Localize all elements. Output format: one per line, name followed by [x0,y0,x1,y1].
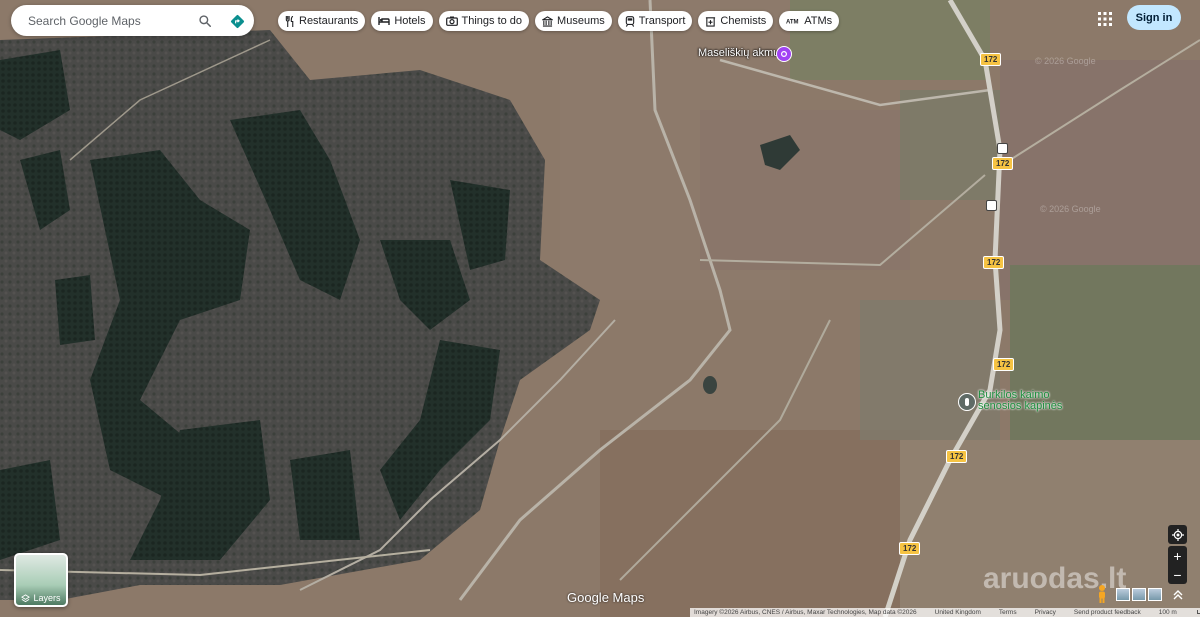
map-footer: Imagery ©2026 Airbus, CNES / Airbus, Max… [690,608,1200,617]
scale-label: 100 m [1158,609,1177,616]
road-shield: 172 [993,358,1015,371]
road-shield: 172 [980,53,1002,66]
forest-dark [290,450,360,540]
bed-icon [378,17,391,25]
zoom-out-button[interactable]: − [1168,565,1187,584]
road-shield: 172 [992,157,1014,170]
road-shield: 172 [899,542,921,555]
google-maps-logo: Google Maps [567,590,645,605]
search-box [11,5,254,36]
directions-button[interactable] [227,11,247,31]
bus-stop-icon[interactable] [986,200,997,211]
imagery-thumbnails[interactable] [1116,588,1162,601]
chip-label: ATMs [804,15,833,27]
village [900,90,1000,200]
directions-icon [230,14,244,28]
pharmacy-icon [706,16,716,27]
poi-label-line: senosios kapinės [978,400,1063,412]
imagery-watermark: © 2026 Google [1035,56,1096,66]
chip-chemists[interactable]: Chemists [698,11,774,31]
scale-bar[interactable]: 100 m [1159,609,1200,616]
fork-knife-icon [285,15,294,27]
chip-things-to-do[interactable]: Things to do [438,11,530,31]
chip-label: Transport [638,15,686,27]
field [600,430,920,617]
road-shield: 172 [983,256,1005,269]
pond [703,376,717,394]
imagery-watermark: © 2026 Google [1040,204,1101,214]
layers-button[interactable]: Layers [14,553,68,607]
zoom-in-button[interactable]: + [1168,546,1187,565]
my-location-icon [1171,528,1184,541]
village [860,300,1000,440]
chip-restaurants[interactable]: Restaurants [278,11,366,31]
chip-label: Things to do [461,15,523,27]
chip-museums[interactable]: Museums [535,11,612,31]
search-input[interactable] [26,12,195,29]
cemetery-icon [965,398,969,406]
atm-icon: ATM [786,20,799,26]
feedback-link[interactable]: Send product feedback [1074,609,1141,616]
imagery-thumbnail[interactable] [1148,588,1162,601]
museum-icon [542,15,554,27]
field [700,110,910,270]
my-location-button[interactable] [1168,525,1187,544]
apps-grid-icon[interactable] [1097,11,1113,27]
terms-link[interactable]: Terms [999,609,1017,616]
imagery-thumbnail[interactable] [1132,588,1146,601]
landmark-icon [781,51,787,57]
poi-label-cemetery[interactable]: Burkilos kaimo senosios kapinės [978,390,1062,412]
layers-label-row: Layers [16,593,66,603]
satellite-map[interactable] [0,0,1200,617]
poi-label-stone[interactable]: Maseliškių akmuo [698,47,785,59]
chip-label: Hotels [394,15,426,27]
svg-text:ATM: ATM [786,20,799,26]
forest-dark [55,275,95,345]
chevron-up-icon [1173,589,1182,599]
chip-label: Museums [557,15,605,27]
sign-in-button[interactable]: Sign in [1127,5,1181,30]
expand-button[interactable] [1168,586,1187,603]
chip-label: Chemists [720,15,767,27]
chip-atms[interactable]: ATM ATMs [779,11,840,31]
imagery-thumbnail[interactable] [1116,588,1130,601]
search-button[interactable] [195,11,215,31]
poi-pin-stone[interactable] [776,46,792,62]
chip-transport[interactable]: Transport [617,11,693,31]
train-icon [625,15,634,27]
chip-label: Restaurants [299,15,359,27]
layers-label: Layers [33,593,61,603]
road-shield: 172 [946,450,968,463]
category-chips: Restaurants Hotels Things to do Museums … [278,11,840,31]
search-icon [199,15,212,28]
region-link[interactable]: United Kingdom [935,609,981,616]
chip-hotels[interactable]: Hotels [371,11,433,31]
layers-icon [21,593,31,602]
privacy-link[interactable]: Privacy [1035,609,1056,616]
bus-stop-icon[interactable] [997,143,1008,154]
camera-icon [445,16,458,26]
pegman-icon[interactable] [1094,584,1110,604]
poi-pin-cemetery[interactable] [958,393,976,411]
field [1000,60,1200,300]
imagery-attribution: Imagery ©2026 Airbus, CNES / Airbus, Max… [694,609,917,616]
